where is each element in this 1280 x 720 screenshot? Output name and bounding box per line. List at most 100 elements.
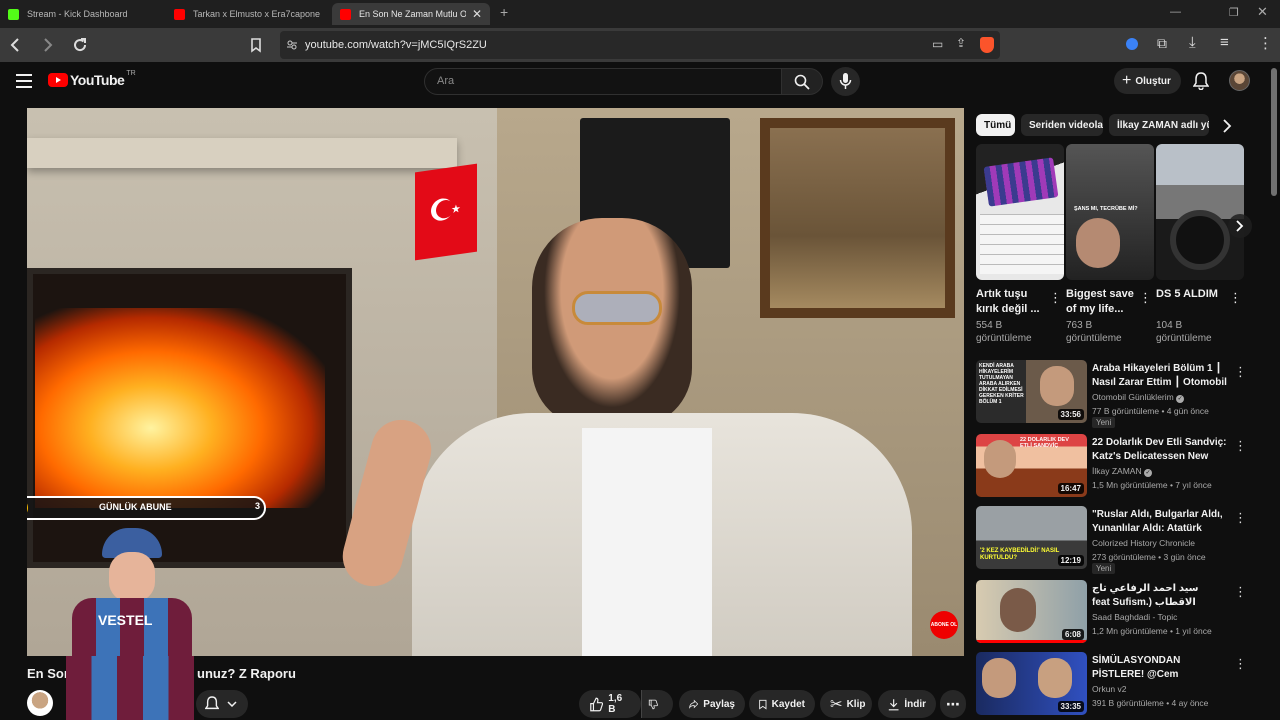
url-text: youtube.com/watch?v=jMC5IQrS2ZU bbox=[305, 39, 487, 51]
recommended-video[interactable]: 22 DOLARLIK DEV ETLİ SANDVİÇ 16:47 22 Do… bbox=[976, 434, 1261, 500]
more-vert-icon[interactable]: ⋮ bbox=[1234, 510, 1247, 526]
short-overlay-text: ŞANS MI, TECRÜBE Mİ? bbox=[1074, 206, 1138, 212]
site-info-icon[interactable] bbox=[286, 39, 298, 51]
more-vert-icon[interactable]: ⋮ bbox=[1139, 290, 1152, 306]
hamburger-menu-icon[interactable] bbox=[16, 74, 32, 88]
video-meta: 391 B görüntüleme • 4 ay önce bbox=[1092, 698, 1209, 708]
more-actions-button[interactable]: ⋯ bbox=[940, 690, 966, 718]
page-scrollbar[interactable] bbox=[1271, 68, 1277, 196]
short-views: 104 B görüntüleme bbox=[1156, 320, 1212, 344]
chip-all[interactable]: Tümü bbox=[976, 114, 1015, 136]
tab-label: Tarkan x Elmusto x Era7capone - ADD bbox=[193, 9, 322, 19]
download-button[interactable]: İndir bbox=[878, 690, 936, 718]
download-label: İndir bbox=[904, 698, 926, 710]
youtube-logo[interactable]: YouTube TR bbox=[48, 70, 136, 88]
video-meta: 1,5 Mn görüntüleme • 7 yıl önce bbox=[1092, 480, 1212, 490]
dislike-button[interactable] bbox=[641, 690, 673, 718]
short-item[interactable]: Artık tuşu kırık değil ... 554 B görüntü… bbox=[976, 144, 1064, 345]
video-thumbnail: 33:35 bbox=[976, 652, 1087, 715]
back-icon[interactable] bbox=[7, 36, 25, 54]
more-vert-icon[interactable]: ⋮ bbox=[1234, 438, 1247, 454]
video-title: SİMÜLASYONDAN PİSTLERE! @Cem Bolukbasi i… bbox=[1092, 655, 1181, 680]
save-button[interactable]: Kaydet bbox=[749, 690, 815, 718]
duration-badge: 33:56 bbox=[1057, 409, 1084, 420]
video-player[interactable]: ★ 0 GÜNLÜK ABUNE 3 VESTEL ABONE OL bbox=[27, 108, 964, 656]
youtube-favicon-icon bbox=[340, 8, 351, 20]
clip-button[interactable]: ✂ Klip bbox=[820, 690, 872, 718]
extension-blue-icon[interactable] bbox=[1126, 38, 1138, 50]
chevron-right-icon bbox=[1236, 220, 1244, 232]
logo-text: YouTube bbox=[70, 72, 125, 88]
video-meta: 273 görüntüleme • 3 gün önce bbox=[1092, 552, 1206, 562]
voice-search-button[interactable] bbox=[831, 67, 860, 96]
shorts-next-button[interactable] bbox=[1228, 214, 1252, 238]
recommended-video[interactable]: 33:35 SİMÜLASYONDAN PİSTLERE! @Cem Boluk… bbox=[976, 652, 1261, 718]
share-button[interactable]: Paylaş bbox=[679, 690, 745, 718]
thumbs-up-icon bbox=[590, 697, 604, 711]
channel-name: İlkay ZAMAN ✓ bbox=[1092, 466, 1152, 477]
search-button[interactable] bbox=[782, 68, 823, 95]
brave-shield-icon[interactable] bbox=[980, 37, 994, 53]
chip-series-videos[interactable]: Seriden videolar bbox=[1021, 114, 1103, 136]
tab-label: Stream - Kick Dashboard bbox=[27, 9, 128, 19]
channel-avatar[interactable] bbox=[27, 690, 53, 716]
address-bar[interactable]: youtube.com/watch?v=jMC5IQrS2ZU ▭ ⇪ bbox=[280, 31, 1000, 59]
more-vert-icon[interactable]: ⋮ bbox=[1234, 584, 1247, 600]
video-meta: 1,2 Mn görüntüleme • 1 yıl önce bbox=[1092, 626, 1212, 636]
recommended-video[interactable]: 6:08 سيد احمد الرفاعي تاج الاقطاب (.feat… bbox=[976, 580, 1261, 646]
browser-tab-bar: Stream - Kick Dashboard Tarkan x Elmusto… bbox=[0, 0, 1280, 28]
more-vert-icon[interactable]: ⋮ bbox=[1234, 656, 1247, 672]
close-tab-icon[interactable]: ✕ bbox=[472, 7, 482, 21]
more-vert-icon[interactable]: ⋮ bbox=[1229, 290, 1242, 306]
youtube-play-logo-icon bbox=[48, 73, 68, 87]
chip-ilkay-zaman[interactable]: İlkay ZAMAN adlı yük bbox=[1109, 114, 1209, 136]
notification-bell-button[interactable] bbox=[196, 690, 248, 718]
more-vert-icon[interactable]: ⋮ bbox=[1234, 364, 1247, 380]
duration-badge: 16:47 bbox=[1057, 483, 1084, 494]
create-button[interactable]: + Oluştur bbox=[1114, 68, 1181, 94]
thumbs-down-icon bbox=[648, 699, 658, 709]
video-title-right: unuz? Z Raporu bbox=[197, 666, 296, 681]
short-item[interactable]: DS 5 ALDIM 104 B görüntüleme ⋮ bbox=[1156, 144, 1244, 345]
reload-icon[interactable] bbox=[71, 36, 89, 54]
short-item[interactable]: ŞANS MI, TECRÜBE Mİ? Biggest save of my … bbox=[1066, 144, 1154, 345]
subscribe-badge[interactable]: ABONE OL bbox=[930, 611, 958, 639]
recommended-video[interactable]: KENDİ ARABA HİKAYELERİM TUTULMAYAN ARABA… bbox=[976, 360, 1261, 428]
search-box[interactable] bbox=[424, 68, 782, 95]
avatar[interactable] bbox=[1229, 70, 1250, 91]
chevron-down-icon bbox=[227, 701, 237, 707]
more-vert-icon[interactable]: ⋮ bbox=[1049, 290, 1062, 306]
browser-tab-active[interactable]: En Son Ne Zaman Mutlu Ol ✕ bbox=[332, 3, 490, 25]
playlist-icon[interactable]: ≡ bbox=[1220, 34, 1229, 51]
create-label: Oluştur bbox=[1135, 75, 1171, 87]
short-title: Artık tuşu kırık değil ... bbox=[976, 288, 1040, 315]
like-button[interactable]: 1,6 B bbox=[579, 690, 641, 718]
chip-label: İlkay ZAMAN adlı yük bbox=[1117, 119, 1209, 131]
maximize-icon[interactable]: ❐ bbox=[1229, 6, 1239, 19]
downloads-icon[interactable]: ⤓ bbox=[1189, 34, 1196, 51]
verified-icon: ✓ bbox=[1143, 469, 1152, 477]
recommended-video[interactable]: '2 KEZ KAYBEDİLDİ!' NASIL KURTULDU? 12:1… bbox=[976, 506, 1261, 574]
browser-menu-icon[interactable]: ⋮ bbox=[1258, 34, 1273, 52]
close-window-icon[interactable]: ✕ bbox=[1257, 4, 1268, 20]
minimize-icon[interactable]: — bbox=[1170, 6, 1181, 18]
youtube-header: YouTube TR + Oluştur bbox=[0, 62, 1280, 102]
share-page-icon[interactable]: ⇪ bbox=[956, 36, 966, 50]
duration-badge: 6:08 bbox=[1061, 629, 1084, 640]
browser-tab-kick[interactable]: Stream - Kick Dashboard bbox=[0, 3, 164, 25]
short-thumbnail: ŞANS MI, TECRÜBE Mİ? bbox=[1066, 144, 1154, 280]
forward-icon[interactable] bbox=[38, 36, 56, 54]
thumbnail-text: KENDİ ARABA HİKAYELERİM TUTULMAYAN ARABA… bbox=[979, 363, 1024, 405]
notifications-bell-icon[interactable] bbox=[1193, 72, 1209, 90]
browser-tab-tarkan[interactable]: Tarkan x Elmusto x Era7capone - ADD bbox=[166, 3, 330, 25]
bookmark-icon[interactable] bbox=[247, 36, 265, 54]
daily-subscriber-goal-bar: 0 GÜNLÜK ABUNE 3 bbox=[27, 496, 266, 520]
extensions-puzzle-icon[interactable]: ⧉ bbox=[1157, 35, 1167, 52]
new-tab-icon[interactable]: + bbox=[500, 4, 508, 20]
search-icon bbox=[794, 74, 810, 90]
search-input[interactable] bbox=[435, 74, 765, 88]
download-icon bbox=[888, 698, 899, 710]
character-face bbox=[109, 552, 155, 602]
chips-next-icon[interactable] bbox=[1221, 119, 1233, 133]
cast-icon[interactable]: ▭ bbox=[932, 37, 943, 51]
